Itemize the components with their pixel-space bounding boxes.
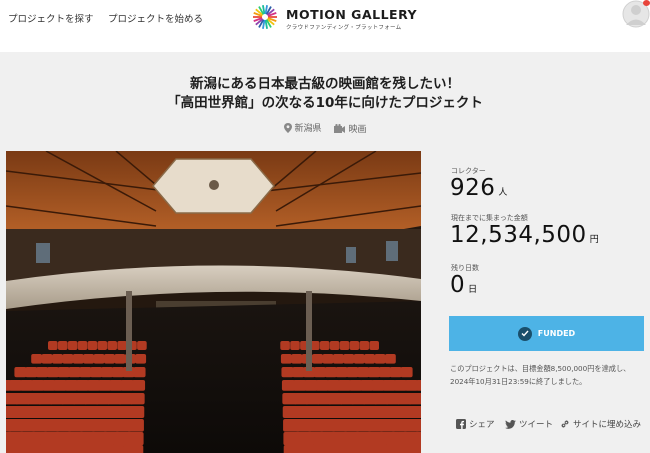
- embed-button[interactable]: サイトに埋め込み: [560, 418, 641, 430]
- share-facebook-label: シェア: [469, 420, 495, 430]
- amount-value: 12,534,500: [450, 222, 587, 248]
- project-title-line-1: 新潟にある日本最古級の映画館を残したい！: [190, 76, 460, 92]
- project-category[interactable]: 映画: [334, 122, 366, 135]
- days-unit: 日: [468, 285, 478, 295]
- twitter-icon: [505, 419, 516, 429]
- funded-label: FUNDED: [537, 329, 576, 338]
- project-title-line-2: 「高田世界館」の次なる10年に向けたプロジェクト: [167, 95, 483, 111]
- check-icon: [517, 326, 532, 341]
- location-pin-icon: [283, 122, 292, 133]
- completion-note: このプロジェクトは、目標金額8,500,000円を達成し、2024年10月31日…: [450, 364, 631, 386]
- share-facebook-button[interactable]: シェア: [456, 418, 495, 430]
- film-icon: [334, 123, 346, 133]
- link-icon: [561, 420, 569, 428]
- amount-raised: 12,534,500 円: [450, 222, 599, 248]
- logo-subtitle: クラウドファンディング・プラットフォーム: [286, 25, 402, 31]
- nav-find-projects[interactable]: プロジェクトを探す: [8, 11, 94, 25]
- funded-button[interactable]: FUNDED: [449, 316, 644, 351]
- share-twitter-button[interactable]: ツイート: [505, 418, 553, 430]
- nav-start-project[interactable]: プロジェクトを始める: [108, 11, 203, 25]
- logo-sunburst-icon: [253, 5, 277, 29]
- share-twitter-label: ツイート: [519, 420, 554, 430]
- collectors-count: 926 人: [450, 175, 507, 201]
- project-location[interactable]: 新潟県: [283, 121, 322, 134]
- site-header: プロジェクトを探す プロジェクトを始める MOTION GALLERY クラウド…: [0, 0, 650, 52]
- days-value: 0: [450, 272, 466, 298]
- project-title: 新潟にある日本最古級の映画館を残したい！ 「高田世界館」の次なる10年に向けたプ…: [0, 75, 650, 113]
- notification-dot: [643, 0, 650, 6]
- days-left: 0日: [450, 272, 477, 298]
- project-category-label: 映画: [348, 124, 367, 135]
- project-meta: 新潟県 映画: [0, 121, 650, 136]
- site-logo[interactable]: MOTION GALLERY クラウドファンディング・プラットフォーム: [252, 4, 417, 34]
- project-location-label: 新潟県: [294, 124, 322, 134]
- logo-title: MOTION GALLERY: [286, 7, 418, 22]
- collectors-value: 926: [450, 175, 496, 201]
- amount-unit: 円: [589, 235, 599, 245]
- embed-label: サイトに埋め込み: [573, 420, 642, 430]
- project-main-image: [6, 151, 421, 453]
- facebook-icon: [456, 419, 466, 429]
- collectors-unit: 人: [498, 188, 508, 198]
